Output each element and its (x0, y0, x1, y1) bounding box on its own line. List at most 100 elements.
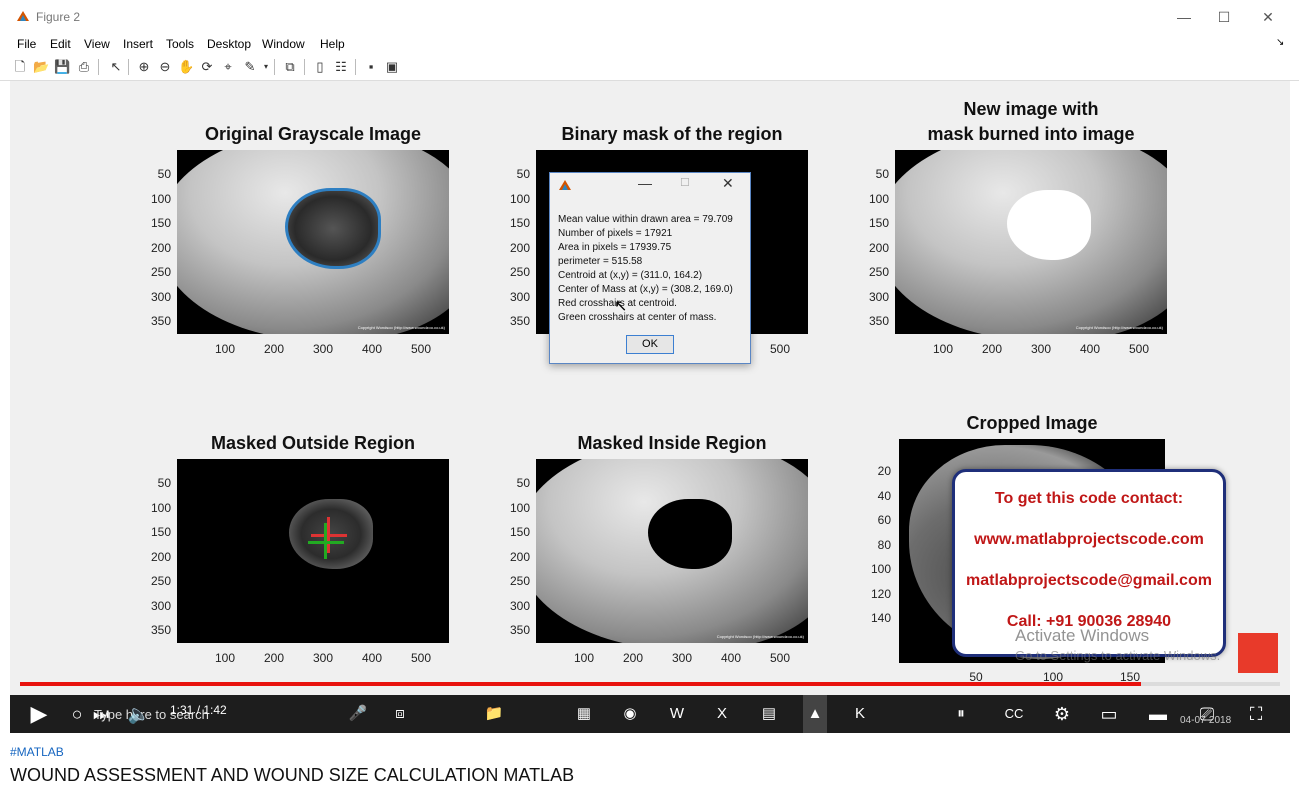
menu-help[interactable]: Help (320, 37, 345, 51)
copyright-text: Copyright Wondsoo (http://www.woundzoo.c… (716, 634, 804, 639)
show-plot-tools-icon[interactable]: ▣ (384, 59, 400, 75)
menu-desktop[interactable]: Desktop (207, 37, 251, 51)
video-progress-fill (20, 682, 1142, 686)
settings-gear-icon[interactable]: ⚙ (1048, 695, 1076, 733)
x-tick-label: 500 (410, 651, 432, 665)
activate-windows-watermark: Activate Windows (1015, 626, 1150, 645)
dock-arrow-icon[interactable]: ↘ (1276, 37, 1284, 48)
pan-icon[interactable]: ✋ (178, 59, 194, 75)
x-tick-label: 200 (263, 342, 285, 356)
document-icon[interactable]: ▤ (757, 695, 781, 733)
task-view-icon[interactable]: ⧈ (388, 695, 412, 733)
y-tick-label: 350 (150, 623, 171, 637)
matlab-taskbar-icon[interactable]: ▲ (803, 695, 827, 733)
zoom-in-icon[interactable]: ⊕ (136, 59, 152, 75)
y-tick-label: 200 (150, 549, 171, 564)
dialog-maximize-button[interactable]: ☐ (680, 176, 690, 189)
x-tick-label: 300 (312, 342, 334, 356)
data-cursor-icon[interactable]: ⌖ (220, 59, 236, 75)
plot-title-line2: mask burned into image (927, 124, 1135, 144)
k7-icon[interactable]: K (848, 695, 872, 733)
x-tick-label: 400 (361, 651, 383, 665)
dialog-line-green-crosshairs: Green crosshairs at center of mass. (558, 312, 717, 323)
activate-windows-hint: Go to Settings to activate Windows. (1015, 648, 1221, 663)
x-tick-label: 500 (1128, 342, 1150, 356)
toolbar-divider (304, 59, 305, 75)
link-plot-icon[interactable]: ⧉ (282, 59, 298, 75)
x-tick-label: 100 (932, 342, 954, 356)
theater-mode-icon[interactable]: ▬ (1144, 695, 1172, 733)
channel-logo-icon[interactable] (1238, 633, 1278, 673)
colorbar-icon[interactable]: ▯ (312, 59, 328, 75)
fullscreen-icon[interactable]: ⛶ (1242, 695, 1270, 733)
video-hashtag[interactable]: #MATLAB (10, 745, 64, 759)
taskbar-app-icon[interactable]: ▦ (572, 695, 596, 733)
dialog-minimize-button[interactable]: — (638, 175, 652, 191)
menu-file[interactable]: File (17, 37, 36, 51)
masked-outside-axes[interactable] (177, 459, 449, 643)
mouse-cursor-icon: ↖ (614, 298, 628, 315)
y-tick-label: 200 (150, 240, 171, 255)
masked-region (648, 499, 732, 569)
dialog-line-pixels: Number of pixels = 17921 (558, 228, 673, 239)
y-tick-label: 100 (868, 191, 889, 206)
save-icon[interactable]: 💾 (54, 59, 70, 75)
burned-image-axes[interactable]: Copyright Wondsoo (http://www.woundzoo.c… (895, 150, 1167, 334)
y-tick-label: 100 (509, 500, 530, 515)
menu-edit[interactable]: Edit (50, 37, 71, 51)
minimize-button[interactable]: — (1172, 6, 1196, 28)
miniplayer-icon[interactable]: ▭ (1095, 695, 1123, 733)
chrome-icon[interactable]: ◉ (618, 695, 642, 733)
plot-title: Original Grayscale Image (204, 124, 422, 144)
ok-button[interactable]: OK (626, 335, 674, 354)
maximize-button[interactable]: ☐ (1212, 6, 1236, 28)
autoplay-toggle-icon[interactable]: ⏸ (945, 695, 977, 733)
window-titlebar: Figure 2 — ☐ ✕ (0, 0, 1299, 34)
brush-dropdown-icon[interactable]: ▾ (258, 59, 274, 75)
video-progress-bar[interactable] (20, 682, 1280, 686)
captions-icon[interactable]: CC (1000, 695, 1028, 733)
legend-icon[interactable]: ☷ (333, 59, 349, 75)
x-tick-label: 300 (312, 651, 334, 665)
cast-icon[interactable]: ⎚ (1193, 695, 1221, 733)
original-image-axes[interactable]: Copyright Wondsoo (http://www.woundzoo.c… (177, 150, 449, 334)
y-tick-label: 150 (509, 216, 530, 230)
masked-inside-axes[interactable]: Copyright Wondsoo (http://www.woundzoo.c… (536, 459, 808, 643)
hide-plot-tools-icon[interactable]: ▪ (363, 59, 379, 75)
y-tick-label: 100 (150, 500, 171, 515)
dialog-line-mean: Mean value within drawn area = 79.709 (558, 214, 733, 225)
window-title: Figure 2 (36, 10, 81, 24)
wound-region-outline (285, 188, 381, 269)
x-tick-label: 200 (263, 651, 285, 665)
promo-website: www.matlabprojectscode.com (974, 531, 1204, 548)
brush-icon[interactable]: ✎ (242, 59, 258, 75)
menu-window[interactable]: Window (262, 37, 305, 51)
menu-view[interactable]: View (84, 37, 110, 51)
y-tick-label: 300 (868, 289, 889, 304)
y-tick-label: 350 (509, 314, 530, 328)
microphone-icon[interactable]: 🎤 (346, 695, 370, 733)
x-tick-label: 100 (573, 651, 595, 665)
open-file-icon[interactable]: 📂 (33, 59, 49, 75)
excel-icon[interactable]: X (710, 695, 734, 733)
y-tick-label: 300 (509, 598, 530, 613)
x-tick-label: 500 (410, 342, 432, 356)
file-explorer-icon[interactable]: 📁 (482, 695, 506, 733)
dialog-close-button[interactable]: ✕ (722, 175, 734, 192)
measurement-dialog[interactable]: — ☐ ✕ Mean value within drawn area = 79.… (549, 172, 751, 364)
menu-tools[interactable]: Tools (166, 37, 194, 51)
rotate-icon[interactable]: ⟳ (199, 59, 215, 75)
word-icon[interactable]: W (665, 695, 689, 733)
close-button[interactable]: ✕ (1256, 6, 1280, 28)
play-icon[interactable]: ▶ (22, 695, 56, 733)
menu-insert[interactable]: Insert (123, 37, 153, 51)
print-icon[interactable]: ⎙ (76, 59, 92, 75)
plot-title: Binary mask of the region (561, 124, 783, 144)
edit-plot-icon[interactable]: ↖ (108, 59, 124, 75)
y-tick-label: 80 (877, 537, 891, 552)
y-tick-label: 140 (870, 611, 891, 625)
y-tick-label: 150 (150, 216, 171, 230)
zoom-out-icon[interactable]: ⊖ (157, 59, 173, 75)
volume-icon[interactable]: 🔈 (126, 695, 152, 733)
new-figure-icon[interactable]: 🗋 (12, 59, 28, 75)
